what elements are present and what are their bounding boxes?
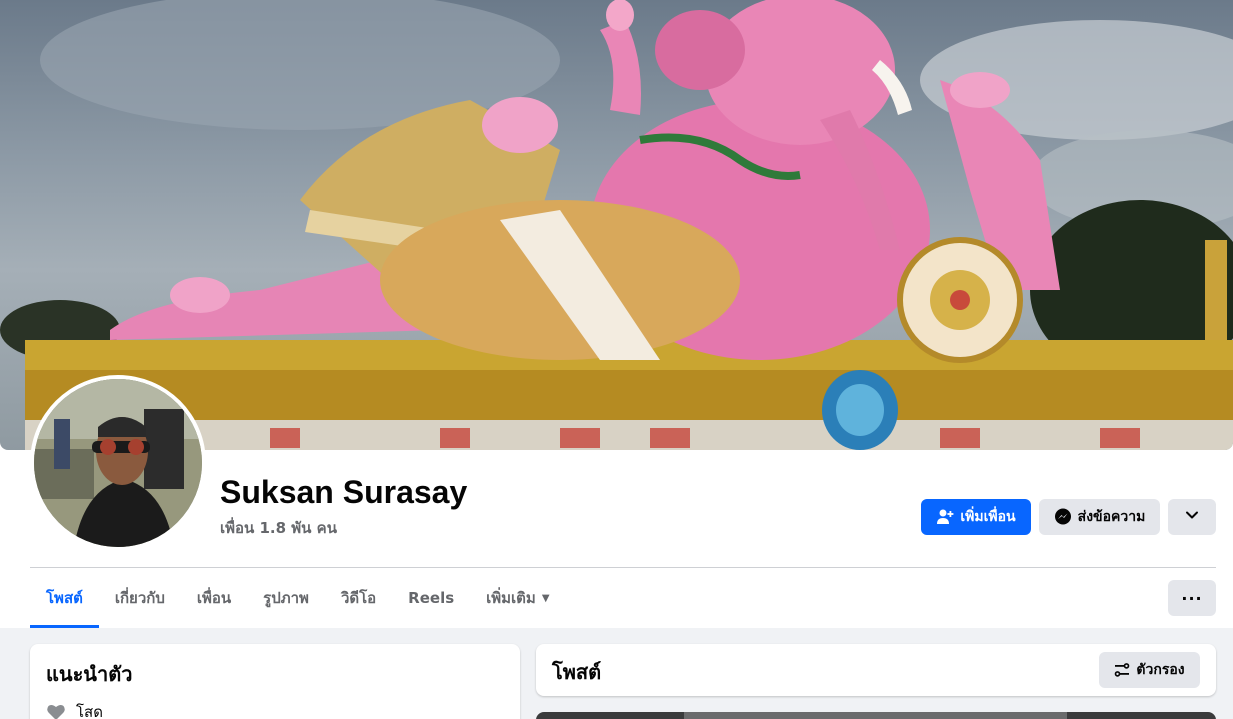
tab-posts[interactable]: โพสต์ bbox=[30, 568, 99, 628]
more-horizontal-icon: ··· bbox=[1181, 588, 1203, 608]
cover-photo[interactable] bbox=[0, 0, 1233, 450]
tabs-more-button[interactable]: ··· bbox=[1168, 580, 1216, 616]
tab-more-label: เพิ่มเติม bbox=[486, 589, 536, 607]
posts-header-card: โพสต์ ตัวกรอง bbox=[536, 644, 1216, 696]
filter-label: ตัวกรอง bbox=[1136, 662, 1185, 678]
add-friend-button[interactable]: เพิ่มเพื่อน bbox=[921, 499, 1031, 535]
caret-down-icon: ▼ bbox=[541, 592, 550, 604]
filter-button[interactable]: ตัวกรอง bbox=[1099, 652, 1200, 688]
tab-photos[interactable]: รูปภาพ bbox=[247, 568, 325, 628]
chevron-down-icon bbox=[1185, 508, 1199, 526]
message-label: ส่งข้อความ bbox=[1077, 509, 1146, 525]
relationship-status: โสด bbox=[46, 700, 103, 719]
tab-videos[interactable]: วิดีโอ bbox=[325, 568, 392, 628]
profile-tabs: โพสต์ เกี่ยวกับ เพื่อน รูปภาพ วิดีโอ Ree… bbox=[30, 568, 566, 628]
messenger-icon bbox=[1054, 508, 1072, 526]
profile-name: Suksan Surasay bbox=[220, 474, 468, 510]
add-friend-label: เพิ่มเพื่อน bbox=[960, 509, 1016, 525]
relationship-label: โสด bbox=[76, 703, 103, 719]
avatar-photo bbox=[34, 379, 202, 547]
profile-more-button[interactable] bbox=[1168, 499, 1216, 535]
intro-title: แนะนำตัว bbox=[46, 662, 133, 686]
message-button[interactable]: ส่งข้อความ bbox=[1039, 499, 1160, 535]
profile-header: Suksan Surasay เพื่อน 1.8 พัน คน เพิ่มเพ… bbox=[0, 0, 1233, 628]
post-media-preview[interactable] bbox=[536, 712, 1216, 719]
friends-count[interactable]: เพื่อน 1.8 พัน คน bbox=[220, 516, 337, 540]
tab-more[interactable]: เพิ่มเติม ▼ bbox=[470, 568, 565, 628]
posts-title: โพสต์ bbox=[552, 660, 602, 684]
tab-reels[interactable]: Reels bbox=[392, 568, 470, 628]
tab-about[interactable]: เกี่ยวกับ bbox=[99, 568, 181, 628]
post-media-image bbox=[684, 712, 1067, 719]
profile-avatar[interactable] bbox=[30, 375, 206, 551]
filter-icon bbox=[1114, 662, 1130, 678]
tab-friends[interactable]: เพื่อน bbox=[181, 568, 247, 628]
heart-icon bbox=[46, 702, 66, 719]
add-friend-icon bbox=[936, 508, 954, 526]
intro-card: แนะนำตัว โสด bbox=[30, 644, 520, 719]
